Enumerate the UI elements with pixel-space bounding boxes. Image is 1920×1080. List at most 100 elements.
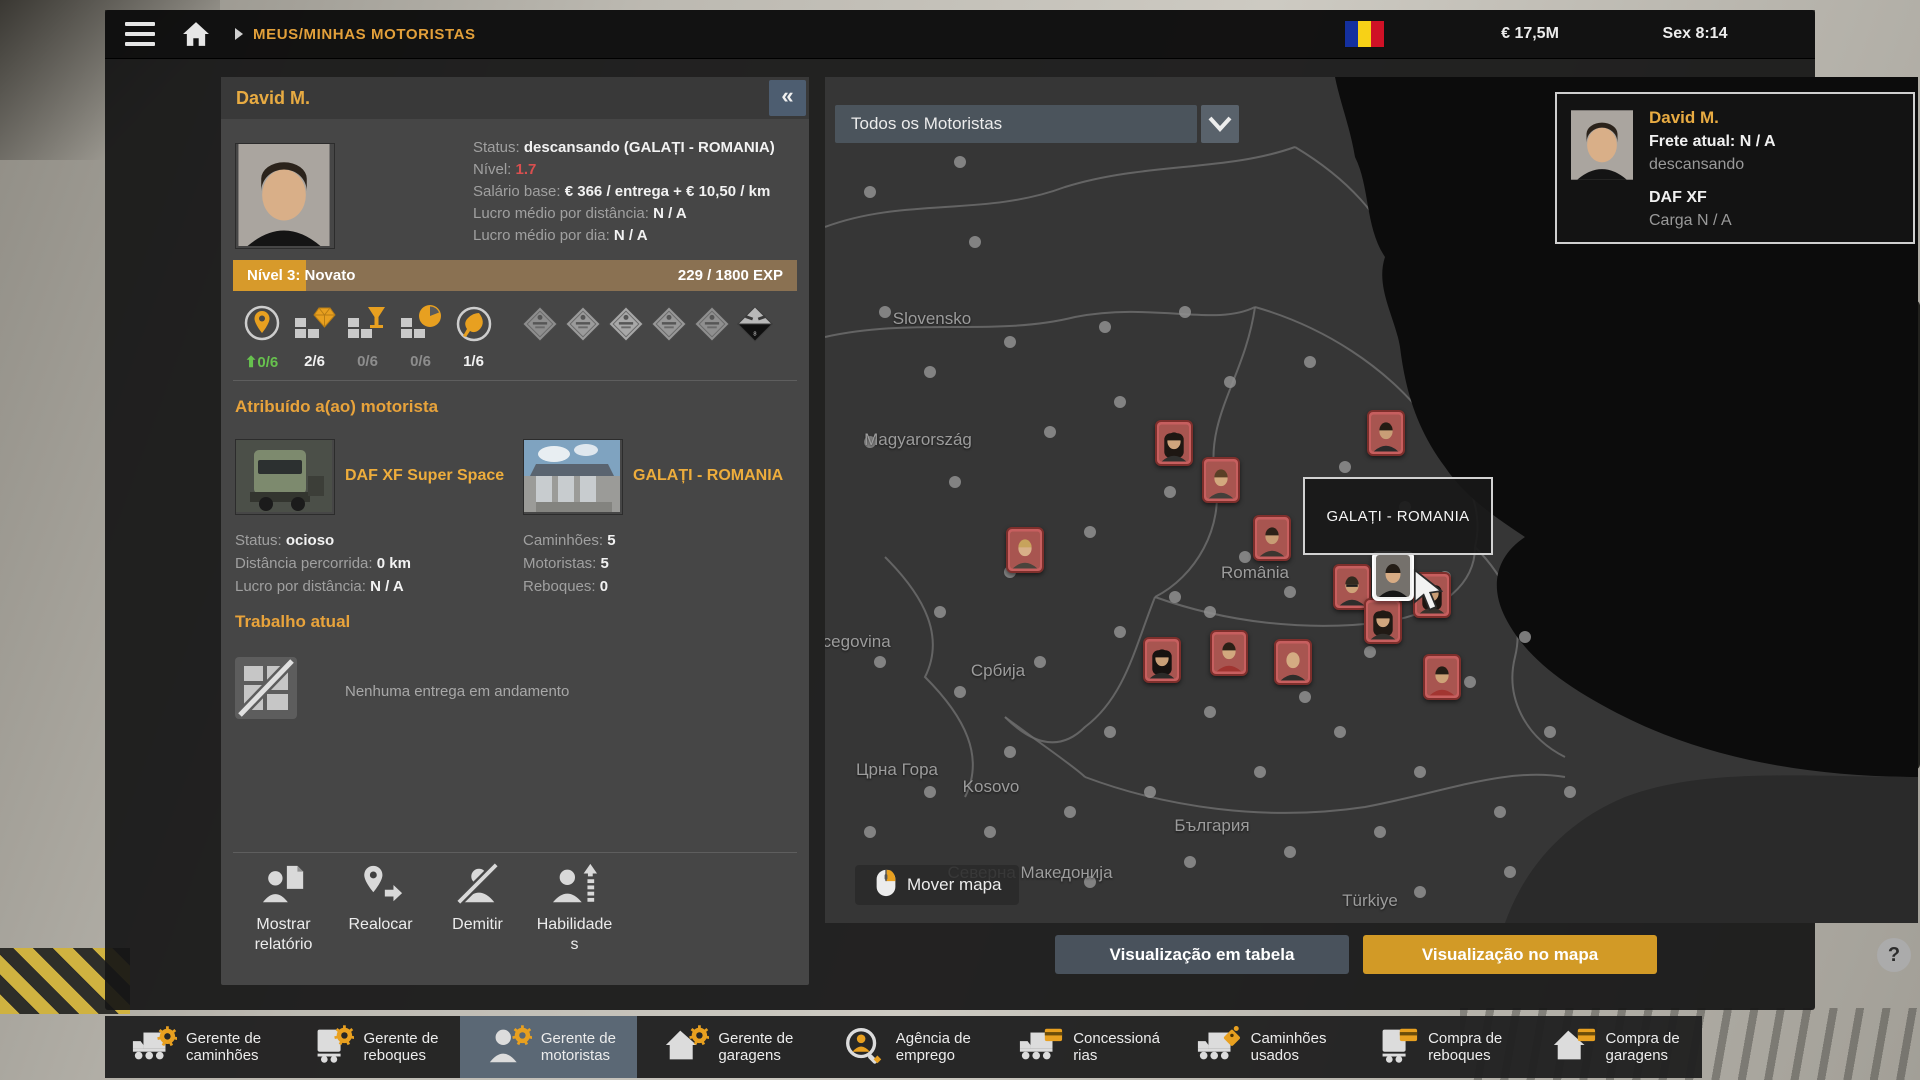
skill-adr-pin[interactable]: ⬆0/6	[235, 302, 288, 371]
skill-count: 0/6	[410, 353, 431, 370]
nav-trailer-gear[interactable]: Gerente de reboques	[282, 1016, 459, 1078]
house-gear-icon	[663, 1025, 709, 1070]
skill-count: ⬆0/6	[245, 353, 278, 371]
card-truck: DAF XF	[1649, 186, 1776, 209]
truck-card-icon	[1018, 1025, 1064, 1070]
stat-line: Distância percorrida: 0 km	[235, 552, 515, 575]
house-card-icon	[1551, 1025, 1597, 1070]
nav-house-card[interactable]: Compra de garagens	[1525, 1016, 1702, 1078]
garage-thumbnail[interactable]	[523, 439, 623, 515]
eco-icon	[452, 302, 496, 351]
driver-marker[interactable]	[1364, 598, 1402, 644]
skill-fragile[interactable]: 0/6	[341, 302, 394, 371]
driver-marker[interactable]	[1143, 637, 1181, 683]
map-view-button[interactable]: Visualização no mapa	[1363, 935, 1657, 974]
skills-icon	[551, 862, 599, 913]
driver-marker[interactable]	[1367, 410, 1405, 456]
ui-backdrop: MEUS/MINHAS MOTORISTAS € 17,5M Sex 8:14 …	[105, 10, 1815, 1010]
nav-truck-tag[interactable]: Caminhões usados	[1170, 1016, 1347, 1078]
adr-oxidizer-icon	[650, 305, 688, 348]
driver-marker[interactable]	[1210, 630, 1248, 676]
map-label: România	[1221, 563, 1289, 583]
dismiss-button[interactable]: Demitir	[429, 862, 526, 955]
chevron-down-icon[interactable]	[1201, 105, 1239, 143]
driver-info-line: Lucro médio por distância: N / A	[473, 203, 803, 225]
nav-person-gear[interactable]: Gerente de motoristas	[460, 1016, 637, 1078]
menu-hamburger-icon[interactable]	[119, 16, 161, 52]
divider	[233, 852, 797, 853]
truck-link[interactable]: DAF XF Super Space	[345, 467, 504, 485]
city-tooltip: GALAȚI - ROMANIA	[1303, 477, 1493, 555]
skill-count: 2/6	[304, 353, 325, 370]
action-label: Mostrar relatório	[235, 915, 332, 955]
driver-marker-selected[interactable]	[1372, 551, 1414, 601]
move-map-label: Mover mapa	[907, 875, 1001, 895]
nav-truck-gear[interactable]: Gerente de caminhões	[105, 1016, 282, 1078]
action-label: Demitir	[452, 915, 503, 935]
skill-eco[interactable]: 1/6	[447, 302, 500, 371]
adr-pin-icon	[240, 302, 284, 351]
home-icon[interactable]	[175, 16, 217, 52]
mouse-icon	[874, 868, 898, 903]
current-job-heading: Trabalho atual	[235, 612, 350, 632]
driver-action-buttons: Mostrar relatório Realocar Demitir Habilida…	[235, 862, 623, 955]
breadcrumb: MEUS/MINHAS MOTORISTAS	[253, 26, 476, 43]
adr-flammable-icon	[607, 305, 645, 348]
romania-flag-icon	[1344, 20, 1385, 48]
driver-detail-panel: David M. « Status: descansando (GALAȚI -…	[221, 77, 809, 985]
driver-filter-dropdown[interactable]: Todos os Motoristas	[835, 105, 1197, 143]
skill-count: 1/6	[463, 353, 484, 370]
driver-marker[interactable]	[1155, 420, 1193, 466]
card-cargo: Carga N / A	[1649, 209, 1776, 232]
adr-explosives-icon	[521, 305, 559, 348]
skill-urgent[interactable]: 0/6	[394, 302, 447, 371]
nav-label: Compra de reboques	[1428, 1030, 1502, 1065]
relocate-icon	[357, 862, 405, 913]
map-label: Türkiye	[1342, 891, 1398, 911]
nav-house-gear[interactable]: Gerente de garagens	[637, 1016, 814, 1078]
skill-long-distance[interactable]: 2/6	[288, 302, 341, 371]
trailer-gear-icon	[308, 1025, 354, 1070]
nav-truck-card[interactable]: Concessioná rias	[992, 1016, 1169, 1078]
truck-thumbnail[interactable]	[235, 439, 335, 515]
no-delivery-icon	[235, 657, 297, 724]
driver-info-line: Nível: 1.7	[473, 159, 803, 181]
nav-label: Gerente de caminhões	[186, 1030, 261, 1065]
driver-marker[interactable]	[1274, 639, 1312, 685]
table-view-button[interactable]: Visualização em tabela	[1055, 935, 1349, 974]
dropdown-value: Todos os Motoristas	[851, 114, 1002, 134]
person-gear-icon	[486, 1025, 532, 1070]
adr-gas-icon	[564, 305, 602, 348]
driver-marker[interactable]	[1006, 527, 1044, 573]
skills-button[interactable]: Habilidade s	[526, 862, 623, 955]
driver-marker[interactable]	[1423, 654, 1461, 700]
report-button[interactable]: Mostrar relatório	[235, 862, 332, 955]
assigned-heading: Atribuído a(ao) motorista	[235, 397, 438, 417]
card-portrait	[1571, 108, 1633, 182]
driver-marker[interactable]	[1202, 457, 1240, 503]
manager-nav-bar: Gerente de caminhõesGerente de reboquesG…	[105, 1016, 1702, 1078]
driver-info-list: Status: descansando (GALAȚI - ROMANIA)Ní…	[473, 137, 803, 247]
driver-marker[interactable]	[1253, 515, 1291, 561]
drivers-map[interactable]: SlovenskoMagyarországRomâniaHercegovinaС…	[825, 77, 1918, 923]
collapse-panel-button[interactable]: «	[769, 80, 806, 116]
card-driver-name: David M.	[1649, 106, 1776, 130]
relocate-button[interactable]: Realocar	[332, 862, 429, 955]
dismiss-icon	[454, 862, 502, 913]
level-label: Nível 3: Novato	[247, 260, 355, 291]
garage-stats: Caminhões: 5Motoristas: 5Reboques: 0	[523, 529, 803, 598]
nav-trailer-card[interactable]: Compra de reboques	[1347, 1016, 1524, 1078]
adr-corrosive-icon: 8	[736, 305, 774, 348]
money-display[interactable]: € 17,5M	[1445, 25, 1615, 43]
stat-line: Lucro por distância: N / A	[235, 575, 515, 598]
nav-person-search[interactable]: Agência de emprego	[815, 1016, 992, 1078]
garage-link[interactable]: GALAȚI - ROMANIA	[633, 467, 783, 485]
mouse-cursor	[1413, 569, 1443, 618]
action-label: Realocar	[348, 915, 412, 935]
truck-stats: Status: ociosoDistância percorrida: 0 km…	[235, 529, 515, 598]
skill-count: 0/6	[357, 353, 378, 370]
help-button[interactable]: ?	[1877, 938, 1911, 972]
move-map-hint: Mover mapa	[855, 865, 1019, 905]
map-label: Kosovo	[963, 777, 1020, 797]
flag-stripe	[1371, 21, 1384, 47]
